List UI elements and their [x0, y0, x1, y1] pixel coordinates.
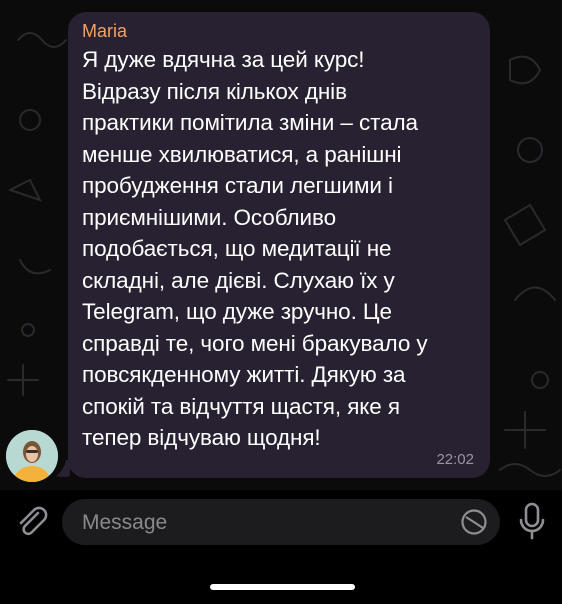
- sender-name[interactable]: Maria: [82, 20, 472, 42]
- avatar-image: [6, 430, 58, 482]
- message-time: 22:02: [436, 451, 474, 468]
- message-composer: [0, 490, 562, 554]
- bubble-tail: [56, 460, 70, 477]
- message-text: Я дуже вдячна за цей курс! Відразу після…: [82, 47, 428, 450]
- message-bubble[interactable]: Maria Я дуже вдячна за цей курс! Відразу…: [68, 12, 490, 478]
- home-indicator[interactable]: [210, 584, 355, 590]
- chat-area: Maria Я дуже вдячна за цей курс! Відразу…: [0, 0, 562, 490]
- message-input[interactable]: [80, 499, 454, 547]
- sticker-icon[interactable]: [460, 508, 488, 536]
- microphone-icon[interactable]: [516, 500, 548, 544]
- paperclip-icon[interactable]: [14, 504, 50, 540]
- message-input-field[interactable]: [62, 499, 500, 547]
- avatar[interactable]: [6, 430, 58, 482]
